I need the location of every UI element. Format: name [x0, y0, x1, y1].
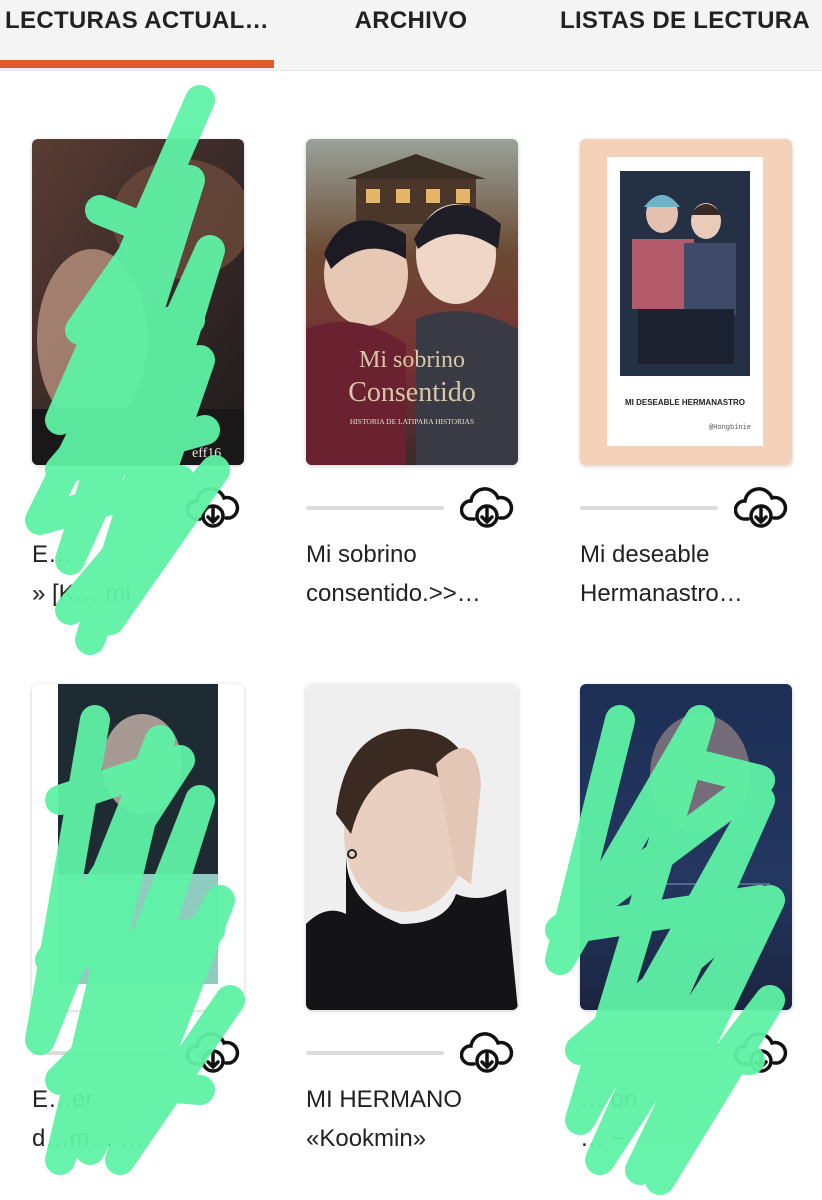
- book-cover-art: MI DESEABLE HERMANASTRO @Hongbinie: [580, 139, 792, 465]
- cover-author: eff16: [192, 446, 221, 461]
- cover-title-line-1: Mi sobrino: [359, 347, 465, 373]
- cover-title: MI DESEABLE HERMANASTRO: [625, 398, 745, 407]
- reading-progress-bar: [306, 1051, 444, 1055]
- book-cover[interactable]: [306, 684, 518, 1010]
- cloud-download-icon[interactable]: [733, 487, 788, 529]
- book-cover[interactable]: [580, 684, 792, 1010]
- book-title[interactable]: E…er d…m… …: [32, 1080, 254, 1158]
- book-title[interactable]: MI HERMANO «Kookmin»: [306, 1080, 528, 1158]
- book-cover[interactable]: eff16: [32, 139, 244, 465]
- book-cover-art: [306, 684, 518, 1010]
- cover-title-line-2: Consentido: [348, 377, 476, 408]
- cloud-download-icon[interactable]: [733, 1032, 788, 1074]
- reading-progress-bar: [580, 506, 718, 510]
- cloud-download-icon[interactable]: [459, 1032, 514, 1074]
- book-title[interactable]: E… » [K… mi: [32, 535, 254, 613]
- book-cover[interactable]: [32, 684, 244, 1010]
- book-title[interactable]: Mi deseable Hermanastro…: [580, 535, 802, 613]
- book-title[interactable]: … on … ~: [580, 1080, 802, 1158]
- book-cover-art: [580, 684, 792, 1010]
- book-cover[interactable]: Mi sobrino Consentido HISTORIA DE LATIPA…: [306, 139, 518, 465]
- book-cover[interactable]: MI DESEABLE HERMANASTRO @Hongbinie: [580, 139, 792, 465]
- cover-subtitle: HISTORIA DE LATIPARA HISTORIAS: [350, 417, 474, 426]
- book-cover-art: [32, 684, 244, 1010]
- cover-author: @Hongbinie: [709, 424, 751, 432]
- cloud-download-icon[interactable]: [185, 1032, 240, 1074]
- reading-progress-bar: [580, 1051, 718, 1055]
- reading-progress-bar: [32, 506, 170, 510]
- reading-progress-bar: [306, 506, 444, 510]
- tab-listas-de-lectura[interactable]: LISTAS DE LECTURA: [548, 0, 822, 70]
- cloud-download-icon[interactable]: [185, 487, 240, 529]
- cloud-download-icon[interactable]: [459, 487, 514, 529]
- reading-progress-bar: [32, 1051, 170, 1055]
- book-cover-art: Mi sobrino Consentido HISTORIA DE LATIPA…: [306, 139, 518, 465]
- tab-archivo[interactable]: ARCHIVO: [274, 0, 548, 70]
- book-title[interactable]: Mi sobrino consentido.>>…: [306, 535, 528, 613]
- book-cover-art: eff16: [32, 139, 244, 465]
- tab-bar: LECTURAS ACTUAL… ARCHIVO LISTAS DE LECTU…: [0, 0, 822, 71]
- active-tab-indicator: [0, 60, 274, 68]
